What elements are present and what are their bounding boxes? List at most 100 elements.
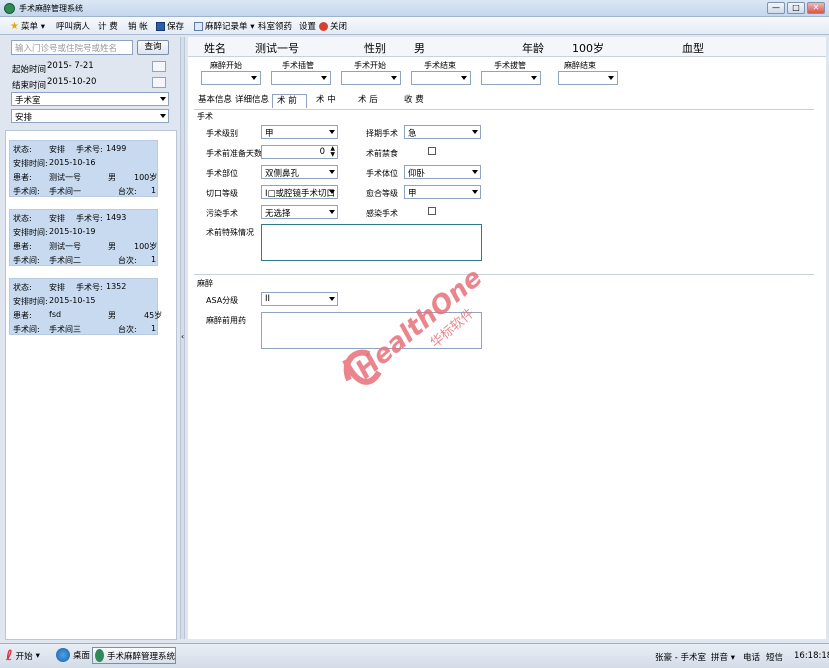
- chevron-down-icon: [472, 190, 478, 194]
- room-select[interactable]: 手术室: [11, 92, 169, 106]
- field-label: 择期手术: [366, 129, 398, 138]
- sms-button[interactable]: 短信: [766, 651, 783, 663]
- field-label: 感染手术: [366, 209, 398, 218]
- prep-days-stepper[interactable]: 0 ▲ ▼: [261, 145, 338, 159]
- start-time-picker[interactable]: 2015- 7-21: [44, 60, 168, 74]
- app-icon: [95, 649, 104, 662]
- patient-list: [5, 130, 177, 640]
- blood-type-label: 血型: [682, 42, 704, 55]
- tab-basic-info[interactable]: 基本信息: [194, 94, 236, 108]
- search-input[interactable]: 输入门诊号或住院号或姓名: [11, 40, 133, 55]
- surgery-section: 手术 手术级别 甲 择期手术 急 手术前准备天数 0 ▲ ▼ 术前禁食 手术部位 双…: [194, 109, 814, 269]
- surgery-site-select[interactable]: 双侧鼻孔: [261, 165, 338, 179]
- maximize-button[interactable]: □: [787, 2, 805, 14]
- surgery-position-select[interactable]: 仰卧: [404, 165, 481, 179]
- record-icon: [194, 21, 203, 31]
- chevron-down-icon: [329, 190, 335, 194]
- clock: 16:18:18: [794, 651, 829, 661]
- menu-bar: ★ 菜单 ▾ 呼叫病人 计 费 销 帐 保存 麻醉记录单 ▾ 科室领药 设置 关闭: [0, 17, 829, 35]
- heal-level-select[interactable]: 甲: [404, 185, 481, 199]
- section-title: 手术: [197, 112, 213, 121]
- chevron-down-icon: [160, 97, 166, 101]
- menu-item-cancel-bill[interactable]: 销 帐: [128, 20, 148, 32]
- current-user: 张豪 - 手术室: [655, 653, 706, 663]
- calendar-icon[interactable]: [152, 77, 166, 88]
- save-icon: [156, 21, 165, 31]
- timeline-label: 手术结束: [424, 61, 456, 70]
- asa-grade-select[interactable]: II: [261, 292, 338, 306]
- extubation-select[interactable]: [481, 71, 541, 85]
- timeline-label: 麻醉结束: [564, 61, 596, 70]
- patient-card[interactable]: 状态: 安排 手术号: 1499 安排时间: 2015-10-16 患者: 测试…: [9, 140, 158, 197]
- chevron-down-icon: [321, 76, 327, 80]
- field-label: 手术体位: [366, 169, 398, 178]
- surgery-start-select[interactable]: [341, 71, 401, 85]
- stepper-arrows-icon[interactable]: ▲ ▼: [330, 146, 335, 158]
- age-label: 年龄: [522, 42, 544, 55]
- infection-checkbox[interactable]: [428, 207, 436, 215]
- intubation-select[interactable]: [271, 71, 331, 85]
- patient-card[interactable]: 状态: 安排 手术号: 1493 安排时间: 2015-10-19 患者: 测试…: [9, 209, 158, 266]
- patient-name: 测试一号: [255, 42, 299, 55]
- menu-item-main[interactable]: ★ 菜单 ▾: [10, 20, 45, 32]
- watermark-logo: HealthOne 华标软件: [335, 262, 515, 412]
- menu-item-settings[interactable]: 设置: [299, 20, 316, 32]
- close-window-button[interactable]: ✕: [807, 2, 825, 14]
- timeline-label: 手术插管: [282, 61, 314, 70]
- surgery-end-select[interactable]: [411, 71, 471, 85]
- contaminated-select[interactable]: 无选择: [261, 205, 338, 219]
- window-title: 手术麻醉管理系统: [19, 4, 83, 13]
- timeline-label: 麻醉开始: [210, 61, 242, 70]
- field-label: 切口等级: [206, 189, 238, 198]
- menu-item-save[interactable]: 保存: [156, 20, 184, 32]
- start-time-label: 起始时间: [12, 65, 47, 75]
- window-titlebar: 手术麻醉管理系统 — □ ✕: [0, 0, 829, 17]
- surgery-period-select[interactable]: 急: [404, 125, 481, 139]
- field-label: 手术级别: [206, 129, 238, 138]
- ime-selector[interactable]: 拼音 ▾: [711, 651, 735, 663]
- globe-icon: [56, 648, 70, 662]
- end-time-label: 结束时间: [12, 81, 47, 91]
- tab-pre-op[interactable]: 术 前: [272, 94, 307, 108]
- desktop-button[interactable]: 桌面: [56, 648, 90, 662]
- special-conditions-textarea[interactable]: [261, 224, 482, 261]
- minimize-button[interactable]: —: [767, 2, 785, 14]
- fasting-checkbox[interactable]: [428, 147, 436, 155]
- taskbar: ℓ 开始 ▾ 桌面 手术麻醉管理系统 张豪 - 手术室 拼音 ▾ 电话 短信 16…: [0, 643, 829, 668]
- chevron-down-icon: [329, 130, 335, 134]
- field-label: 术前特殊情况: [206, 228, 254, 237]
- name-label: 姓名: [204, 42, 226, 55]
- tab-charges[interactable]: 收 费: [400, 94, 428, 108]
- search-button[interactable]: 查询: [137, 40, 169, 55]
- chevron-down-icon: [391, 76, 397, 80]
- menu-item-dept-drug[interactable]: 科室领药: [258, 20, 292, 32]
- menu-item-call-patient[interactable]: 呼叫病人: [56, 20, 90, 32]
- patient-card[interactable]: 状态: 安排 手术号: 1352 安排时间: 2015-10-15 患者: fs…: [9, 278, 162, 335]
- menu-item-billing[interactable]: 计 费: [98, 20, 118, 32]
- sex-label: 性别: [364, 42, 386, 55]
- timeline-label: 手术拔管: [494, 61, 526, 70]
- tab-detail-info[interactable]: 详细信息: [231, 94, 273, 108]
- surgery-level-select[interactable]: 甲: [261, 125, 338, 139]
- phone-button[interactable]: 电话: [743, 651, 760, 663]
- chevron-down-icon: [160, 114, 166, 118]
- menu-item-close[interactable]: 关闭: [319, 20, 347, 32]
- menu-item-anesthesia-record[interactable]: 麻醉记录单 ▾: [194, 20, 254, 32]
- anesthesia-end-select[interactable]: [558, 71, 618, 85]
- status-select[interactable]: 安排: [11, 109, 169, 123]
- tab-post-op[interactable]: 术 后: [354, 94, 382, 108]
- anesthesia-start-select[interactable]: [201, 71, 261, 85]
- taskbar-app-button[interactable]: 手术麻醉管理系统: [92, 647, 176, 664]
- end-time-picker[interactable]: 2015-10-20: [44, 76, 168, 90]
- field-label: 麻醉前用药: [206, 316, 246, 325]
- calendar-icon[interactable]: [152, 61, 166, 72]
- chevron-left-icon[interactable]: ‹: [181, 332, 184, 341]
- tab-intra-op[interactable]: 术 中: [312, 94, 340, 108]
- patient-header: 姓名 测试一号 性别 男 年龄 100岁 血型: [188, 37, 826, 57]
- start-button[interactable]: ℓ 开始 ▾: [6, 648, 40, 664]
- chevron-down-icon: [461, 76, 467, 80]
- panel-splitter[interactable]: ‹: [180, 37, 185, 639]
- field-label: ASA分级: [206, 296, 239, 305]
- incision-level-select[interactable]: I□或腔镜手术切口: [261, 185, 338, 199]
- field-label: 污染手术: [206, 209, 238, 218]
